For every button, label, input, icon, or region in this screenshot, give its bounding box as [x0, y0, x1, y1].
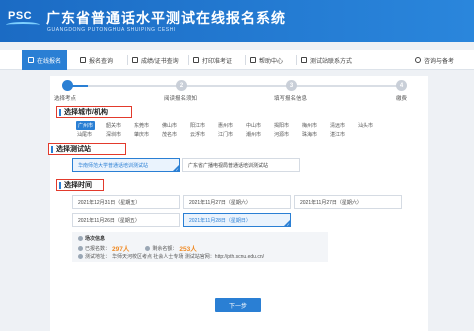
step-1-dot — [62, 80, 73, 91]
nav-label: 成绩/证书查询 — [141, 58, 179, 65]
step-2-dot: 2 — [176, 80, 187, 91]
contact-icon — [301, 57, 307, 63]
time-slot-selected[interactable]: 2021年11月28日（星期日） ✓ — [183, 213, 291, 227]
section-city-heading: 选择城市/机构 — [56, 106, 132, 118]
city-option[interactable]: 揭阳市 — [274, 122, 289, 129]
nav-print-ticket[interactable]: 打印准考证 — [193, 50, 232, 70]
city-option[interactable]: 湛江市 — [330, 131, 345, 138]
site-option-broadcast[interactable]: 广东省广播电视局普通话培训测试站 — [182, 158, 300, 172]
registration-card: 选择考点 2 阅读报名须知 3 填写报名信息 4 缴费 选择城市/机构 广州市 … — [48, 76, 428, 331]
city-option[interactable]: 珠海市 — [302, 131, 317, 138]
info-title: 场次信息 — [85, 236, 106, 242]
nav-label: 打印准考证 — [202, 58, 233, 65]
step-4-dot: 4 — [396, 80, 407, 91]
address-value: 华师天河校区考点 社会人士专场 测试站官网：http://pth.scnu.ed… — [112, 254, 264, 260]
user-icon — [78, 245, 83, 251]
certificate-icon — [132, 57, 138, 63]
help-icon — [250, 57, 256, 63]
site-header: PSC 广东省普通话水平测试在线报名系统 GUANGDONG PUTONGHUA… — [0, 0, 474, 42]
pencil-icon — [28, 57, 34, 63]
city-option[interactable]: 清远市 — [330, 122, 345, 129]
check-icon: ✓ — [175, 167, 179, 172]
city-option[interactable]: 云浮市 — [190, 131, 205, 138]
time-slot[interactable]: 2021年11月27日（星期六） — [294, 195, 402, 209]
city-option[interactable]: 汕头市 — [358, 122, 373, 129]
city-option[interactable]: 中山市 — [246, 122, 261, 129]
info-icon — [78, 236, 83, 241]
logo[interactable]: PSC — [8, 10, 32, 22]
city-option[interactable]: 河源市 — [274, 131, 289, 138]
nav-label: 在线报名 — [37, 58, 62, 65]
nav-label: 帮助中心 — [259, 58, 284, 65]
site-subtitle: GUANGDONG PUTONGHUA SHUIPING CESHI — [47, 27, 176, 33]
check-icon: ✓ — [286, 222, 290, 227]
nav-score-query[interactable]: 成绩/证书查询 — [132, 50, 179, 70]
registered-label: 已报名数： — [85, 245, 111, 252]
logo-swoosh-icon — [6, 22, 40, 28]
remaining-count: 253人 — [179, 246, 197, 253]
city-option[interactable]: 东莞市 — [134, 122, 149, 129]
nav-label: 测试站联系方式 — [310, 58, 353, 65]
city-option[interactable]: 潮州市 — [246, 131, 261, 138]
section-time-heading: 选择时间 — [56, 179, 104, 191]
step-3-label: 填写报名信息 — [274, 96, 308, 102]
city-option[interactable]: 阳江市 — [190, 122, 205, 129]
nav-online-register[interactable]: 在线报名 — [22, 50, 68, 70]
city-guangzhou[interactable]: 广州市 — [76, 121, 96, 130]
nav-register-query[interactable]: 报名查询 — [80, 50, 113, 70]
nav-contact[interactable]: 测试站联系方式 — [301, 50, 352, 70]
remaining-label: 剩余名额： — [152, 245, 178, 252]
site-title: 广东省普通话水平测试在线报名系统 — [46, 10, 286, 26]
time-slot[interactable]: 2021年12月31日（星期五） — [72, 195, 180, 209]
registered-count: 297人 — [112, 246, 130, 253]
nav-help-center[interactable]: 帮助中心 — [250, 50, 283, 70]
nav-label: 报名查询 — [89, 58, 114, 65]
time-slot[interactable]: 2021年11月26日（星期五） — [72, 213, 180, 227]
city-option[interactable]: 韶关市 — [106, 122, 121, 129]
city-option[interactable]: 肇庆市 — [134, 131, 149, 138]
search-icon — [80, 57, 86, 63]
next-step-button[interactable]: 下一步 — [215, 298, 261, 312]
chat-icon — [415, 57, 421, 63]
address-label: 测试地址： — [85, 254, 111, 260]
city-option[interactable]: 梅州市 — [302, 122, 317, 129]
section-site-heading: 选择测试站 — [48, 143, 126, 155]
nav-consult[interactable]: 咨询与备考 — [415, 50, 454, 70]
city-option[interactable]: 江门市 — [218, 131, 233, 138]
step-4-label: 缴费 — [396, 96, 408, 102]
nav-divider — [188, 55, 189, 65]
site-option-scnu[interactable]: 华南师范大学普通话培训测试站 ✓ — [72, 158, 180, 172]
seat-icon — [145, 245, 151, 251]
city-option[interactable]: 佛山市 — [162, 122, 177, 129]
city-option[interactable]: 深圳市 — [106, 131, 121, 138]
time-slot[interactable]: 2021年11月27日（星期六） — [183, 195, 291, 209]
printer-icon — [193, 57, 199, 63]
city-option[interactable]: 惠州市 — [218, 122, 233, 129]
step-3-dot: 3 — [286, 80, 297, 91]
step-1-label: 选择考点 — [54, 96, 77, 102]
step-2-label: 阅读报名须知 — [164, 96, 198, 102]
location-icon — [78, 254, 83, 259]
city-option[interactable]: 茂名市 — [162, 131, 177, 138]
nav-label: 咨询与备考 — [424, 58, 455, 65]
nav-divider — [245, 55, 246, 65]
steps-track — [68, 85, 398, 87]
nav-divider — [296, 55, 297, 65]
nav-divider — [127, 55, 128, 65]
session-info-panel: 场次信息 已报名数： 297人 剩余名额： 253人 测试地址： 华师天河校区考… — [72, 232, 328, 262]
main-nav: 在线报名 报名查询 成绩/证书查询 打印准考证 帮助中心 测试站联系方式 咨询与… — [0, 50, 474, 70]
city-option[interactable]: 汕尾市 — [77, 131, 92, 138]
